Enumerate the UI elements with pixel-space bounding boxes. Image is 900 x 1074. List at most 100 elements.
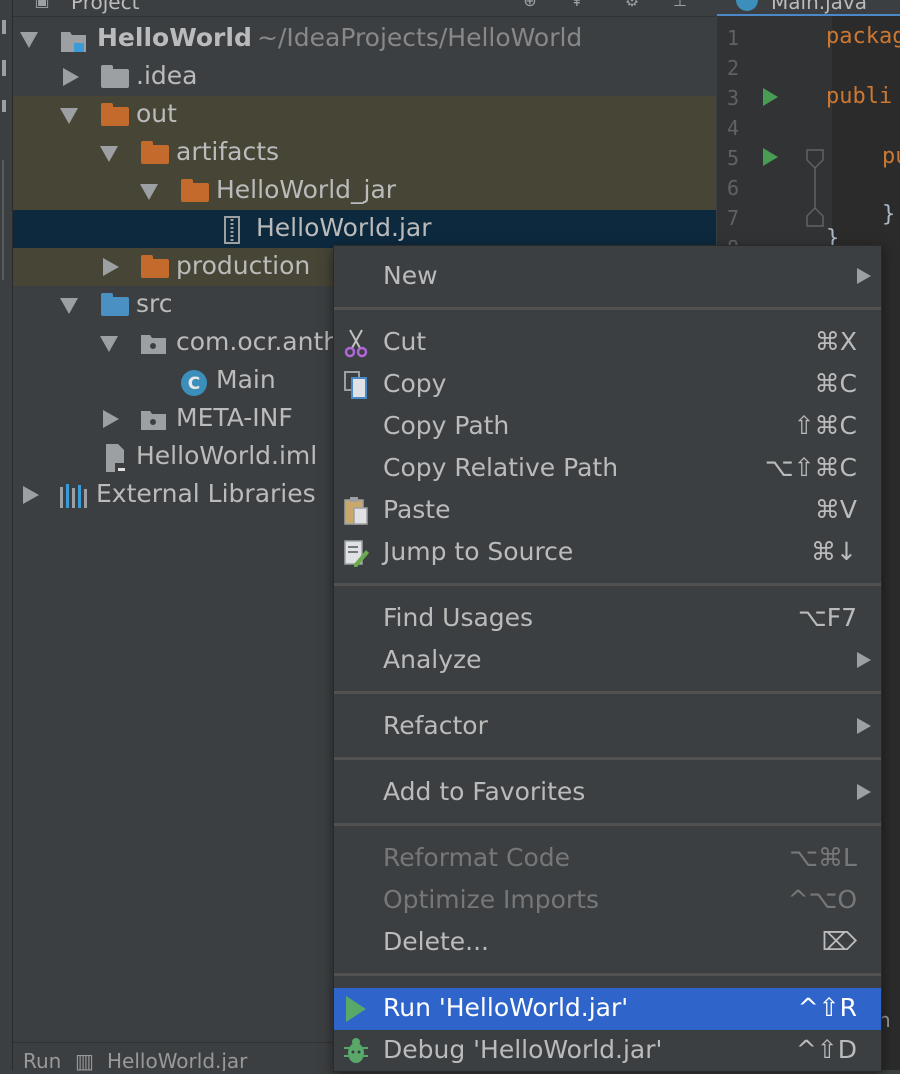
menu-item-new[interactable]: New — [334, 256, 881, 298]
expand-arrow-icon[interactable] — [103, 410, 119, 428]
run-tab-label[interactable]: Run — [23, 1049, 61, 1071]
libraries-icon — [59, 483, 87, 508]
menu-item-shortcut: ⌥⇧⌘C — [764, 453, 857, 482]
package-icon — [140, 407, 168, 430]
project-stripe-label[interactable] — [2, 60, 6, 76]
expand-arrow-icon[interactable] — [140, 184, 158, 200]
editor-tab-main[interactable]: Main.java — [717, 0, 900, 16]
expand-arrow-icon[interactable] — [23, 486, 39, 504]
menu-item-reformat-code[interactable]: Reformat Code ⌥⌘L — [334, 838, 881, 880]
project-panel-header: ▣ Project ⊕ ⇞ ⚙ ⊥ — [13, 0, 716, 17]
menu-item-debug[interactable]: Debug 'HelloWorld.jar' ^⇧D — [334, 1030, 881, 1072]
menu-item-analyze[interactable]: Analyze — [334, 640, 881, 682]
menu-item-shortcut: ⌘V — [814, 495, 857, 524]
submenu-arrow-icon — [857, 784, 871, 800]
menu-separator — [334, 823, 881, 826]
menu-item-shortcut: ^⌥O — [787, 885, 857, 914]
menu-item-refactor[interactable]: Refactor — [334, 706, 881, 748]
package-icon — [140, 331, 168, 354]
class-icon: C — [179, 368, 207, 396]
menu-item-shortcut: ⌘C — [814, 369, 857, 398]
expand-arrow-icon[interactable] — [20, 32, 38, 48]
menu-item-label: Copy Path — [383, 411, 510, 440]
menu-item-label: Optimize Imports — [383, 885, 600, 914]
tree-item-out[interactable]: out — [13, 96, 716, 134]
tree-item-path: ~/IdeaProjects/HelloWorld — [257, 23, 583, 52]
tree-item-artifacts[interactable]: artifacts — [13, 134, 716, 172]
fold-marker-icon[interactable] — [804, 148, 826, 238]
excluded-folder-icon — [181, 179, 209, 202]
tree-item-label: External Libraries — [96, 479, 316, 508]
line-number: 6 — [727, 176, 740, 200]
menu-item-shortcut: ^⇧D — [795, 1035, 857, 1064]
menu-item-label: Analyze — [383, 645, 482, 674]
svg-text:C: C — [188, 374, 200, 394]
collapse-icon[interactable]: ⇞ — [568, 0, 586, 10]
tree-item-label: Main — [216, 365, 276, 394]
menu-item-label: Delete... — [383, 927, 489, 956]
code-line: publi — [826, 84, 893, 109]
menu-item-copy[interactable]: Copy ⌘C — [334, 364, 881, 406]
expand-arrow-icon[interactable] — [60, 298, 78, 314]
menu-separator — [334, 583, 881, 586]
tool-window-stripe — [0, 0, 13, 1070]
line-number: 3 — [727, 86, 740, 110]
menu-separator — [334, 691, 881, 694]
menu-item-add-to-favorites[interactable]: Add to Favorites — [334, 772, 881, 814]
tree-item-label: production — [176, 251, 311, 280]
tree-item-root[interactable]: HelloWorld ~/IdeaProjects/HelloWorld — [13, 20, 716, 58]
structure-stripe-icon[interactable] — [2, 100, 6, 112]
run-gutter-icon[interactable] — [763, 88, 778, 106]
menu-item-paste[interactable]: Paste ⌘V — [334, 490, 881, 532]
class-icon — [736, 0, 758, 11]
tree-item-label: HelloWorld.iml — [136, 441, 318, 470]
tree-item-label: com.ocr.anth — [176, 327, 340, 356]
menu-item-label: Add to Favorites — [383, 777, 586, 806]
menu-item-shortcut: ⌦ — [821, 927, 857, 956]
project-stripe-icon[interactable] — [2, 20, 6, 34]
tree-item-label: .idea — [136, 61, 198, 90]
tree-item-helloworld-jar[interactable]: HelloWorld.jar — [13, 210, 716, 248]
module-file-icon — [101, 443, 129, 473]
menu-item-optimize-imports[interactable]: Optimize Imports ^⌥O — [334, 880, 881, 922]
expand-arrow-icon[interactable] — [60, 108, 78, 124]
jar-icon: ▥ — [75, 1049, 94, 1071]
code-line: pu — [882, 144, 900, 169]
expand-arrow-icon[interactable] — [103, 258, 119, 276]
jar-file-icon — [223, 216, 251, 244]
menu-item-find-usages[interactable]: Find Usages ⌥F7 — [334, 598, 881, 640]
tree-item-idea[interactable]: .idea — [13, 58, 716, 96]
menu-item-label: Refactor — [383, 711, 488, 740]
line-number: 1 — [727, 26, 740, 50]
tree-item-helloworld-jar-folder[interactable]: HelloWorld_jar — [13, 172, 716, 210]
menu-item-jump-to-source[interactable]: Jump to Source ⌘↓ — [334, 532, 881, 574]
expand-arrow-icon[interactable] — [63, 68, 79, 86]
run-config-label[interactable]: HelloWorld.jar — [107, 1049, 247, 1071]
editor-tab-label: Main.java — [771, 0, 868, 14]
expand-arrow-icon[interactable] — [100, 336, 118, 352]
hide-icon[interactable]: ⊥ — [671, 0, 689, 10]
tree-item-label: HelloWorld — [97, 23, 252, 52]
target-icon[interactable]: ⊕ — [521, 0, 539, 10]
tree-item-label: src — [136, 289, 173, 318]
menu-item-label: Run 'HelloWorld.jar' — [383, 993, 629, 1022]
submenu-arrow-icon — [857, 718, 871, 734]
menu-item-cut[interactable]: Cut ⌘X — [334, 322, 881, 364]
tree-item-label: HelloWorld.jar — [256, 213, 432, 242]
tree-item-label: HelloWorld_jar — [216, 175, 397, 204]
menu-item-copy-relative-path[interactable]: Copy Relative Path ⌥⇧⌘C — [334, 448, 881, 490]
stripe-divider — [2, 160, 4, 280]
gear-icon[interactable]: ⚙ — [623, 0, 641, 10]
menu-separator — [334, 757, 881, 760]
code-line: packag — [826, 24, 900, 49]
project-panel-title[interactable]: Project — [71, 0, 139, 14]
menu-item-copy-path[interactable]: Copy Path ⇧⌘C — [334, 406, 881, 448]
menu-item-run[interactable]: Run 'HelloWorld.jar' ^⇧R — [334, 988, 881, 1030]
source-folder-icon — [101, 293, 129, 316]
menu-item-delete[interactable]: Delete... ⌦ — [334, 922, 881, 964]
menu-item-label: Find Usages — [383, 603, 534, 632]
run-gutter-icon[interactable] — [763, 148, 778, 166]
project-view-icon[interactable]: ▣ — [33, 0, 51, 10]
expand-arrow-icon[interactable] — [100, 146, 118, 162]
folder-icon — [101, 65, 129, 88]
